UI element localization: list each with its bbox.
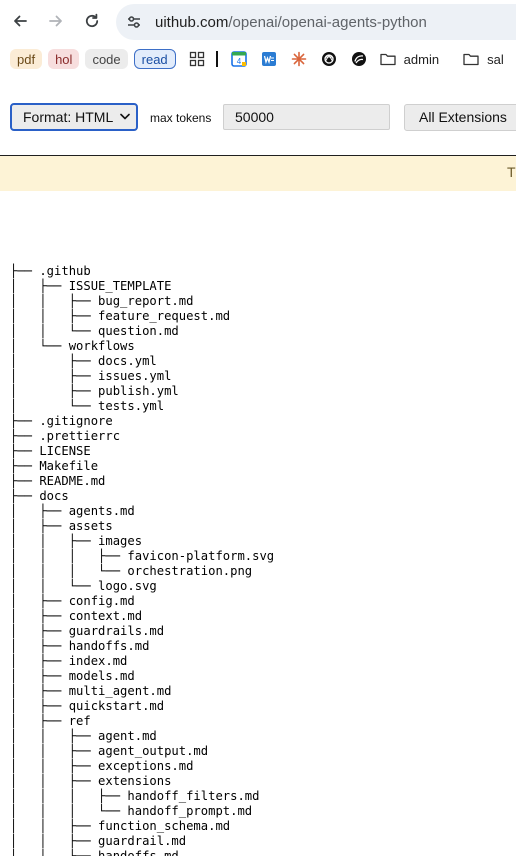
tree-entry: │ │ └── logo.svg bbox=[10, 579, 157, 593]
tree-entry: ├── docs bbox=[10, 489, 69, 503]
bookmark-hol[interactable]: hol bbox=[48, 49, 80, 69]
tree-entry: ├── .gitignore bbox=[10, 414, 113, 428]
tree-entry: │ ├── models.md bbox=[10, 669, 135, 683]
format-toolbar: Format: HTML max tokens 50000 All Extens… bbox=[0, 100, 516, 136]
bookmark-swirl[interactable] bbox=[350, 50, 368, 68]
forward-button[interactable] bbox=[42, 7, 70, 35]
tree-entry: │ └── tests.yml bbox=[10, 399, 165, 413]
bookmark-apps[interactable] bbox=[188, 50, 206, 68]
notice-banner: T bbox=[0, 155, 516, 191]
reload-icon bbox=[85, 13, 99, 28]
file-tree: ├── .github │ ├── ISSUE_TEMPLATE │ │ ├── b… bbox=[10, 264, 516, 856]
bookmark-folder-sal[interactable]: sal bbox=[463, 52, 504, 67]
url-text[interactable]: uithub.com/openai/openai-agents-python bbox=[155, 14, 427, 31]
word-doc-icon bbox=[261, 52, 276, 66]
openai-icon bbox=[321, 52, 336, 66]
tree-entry: ├── Makefile bbox=[10, 459, 99, 473]
site-info-button[interactable] bbox=[121, 9, 147, 35]
folder-icon bbox=[380, 53, 396, 66]
tree-entry: │ │ ├── guardrail.md bbox=[10, 834, 187, 848]
tree-entry: │ ├── context.md bbox=[10, 609, 143, 623]
tree-entry: │ │ ├── agent_output.md bbox=[10, 744, 209, 758]
arrow-right-icon bbox=[49, 15, 62, 27]
format-select[interactable]: Format: HTML bbox=[10, 103, 138, 131]
tree-entry: │ │ ├── images bbox=[10, 534, 143, 548]
tree-entry: │ │ ├── bug_report.md bbox=[10, 294, 194, 308]
tree-entry: │ ├── quickstart.md bbox=[10, 699, 165, 713]
tree-entry: │ ├── multi_agent.md bbox=[10, 684, 172, 698]
tree-entry: │ │ ├── agent.md bbox=[10, 729, 157, 743]
reload-button[interactable] bbox=[78, 7, 106, 35]
bookmark-pdf[interactable]: pdf bbox=[10, 49, 43, 69]
notice-text: T bbox=[507, 164, 516, 180]
tree-entry: │ │ └── question.md bbox=[10, 324, 179, 338]
address-bar-row: uithub.com/openai/openai-agents-python bbox=[0, 0, 516, 44]
tree-entry: │ ├── issues.yml bbox=[10, 369, 172, 383]
tree-entry: │ │ │ └── orchestration.png bbox=[10, 564, 253, 578]
tree-entry: │ ├── ISSUE_TEMPLATE bbox=[10, 279, 172, 293]
tree-entry: ├── .github bbox=[10, 264, 91, 278]
arrow-left-icon bbox=[14, 15, 27, 27]
tree-entry: │ │ │ ├── favicon-platform.svg bbox=[10, 549, 275, 563]
bookmark-read[interactable]: read bbox=[133, 49, 176, 69]
tree-entry: │ ├── assets bbox=[10, 519, 113, 533]
back-button[interactable] bbox=[6, 7, 34, 35]
bookmarks-bar: pdf hol code read 4 admin sal bbox=[0, 44, 516, 74]
calendar-icon: 4 bbox=[230, 51, 247, 67]
max-tokens-input[interactable]: 50000 bbox=[223, 104, 390, 130]
tree-entry: ├── README.md bbox=[10, 474, 106, 488]
swirl-icon bbox=[351, 52, 366, 66]
tree-entry: │ ├── handoffs.md bbox=[10, 639, 150, 653]
tree-entry: ├── .prettierrc bbox=[10, 429, 121, 443]
svg-text:4: 4 bbox=[236, 57, 241, 66]
tree-entry: │ │ │ └── handoff_prompt.md bbox=[10, 804, 253, 818]
bookmark-claude[interactable] bbox=[290, 50, 308, 68]
tree-entry: │ ├── agents.md bbox=[10, 504, 135, 518]
chevron-down-icon bbox=[120, 113, 130, 120]
bookmark-code[interactable]: code bbox=[85, 49, 128, 69]
tree-entry: │ └── workflows bbox=[10, 339, 135, 353]
bookmark-folder-admin[interactable]: admin bbox=[380, 52, 439, 67]
tree-entry: │ ├── publish.yml bbox=[10, 384, 179, 398]
bookmark-separator bbox=[215, 51, 218, 67]
url-path: /openai/openai-agents-python bbox=[228, 13, 427, 31]
browser-window: { "browser": { "url_host": "uithub.com",… bbox=[0, 0, 516, 856]
tune-icon bbox=[128, 16, 140, 28]
bookmark-folder-sal-label: sal bbox=[487, 51, 504, 67]
starburst-icon bbox=[291, 51, 306, 67]
grid-icon bbox=[189, 51, 204, 67]
omnibox[interactable]: uithub.com/openai/openai-agents-python bbox=[116, 4, 516, 40]
tree-entry: │ │ ├── feature_request.md bbox=[10, 309, 231, 323]
bookmark-openai[interactable] bbox=[320, 50, 338, 68]
tree-entry: │ ├── ref bbox=[10, 714, 91, 728]
bookmark-folder-admin-label: admin bbox=[403, 51, 440, 67]
tree-entry: │ ├── index.md bbox=[10, 654, 128, 668]
tree-entry: │ ├── guardrails.md bbox=[10, 624, 165, 638]
tree-entry: │ │ ├── exceptions.md bbox=[10, 759, 194, 773]
tree-entry: │ │ ├── handoffs.md bbox=[10, 849, 179, 856]
tree-entry: ├── LICENSE bbox=[10, 444, 91, 458]
url-host: uithub.com bbox=[155, 13, 229, 31]
tree-entry: │ ├── docs.yml bbox=[10, 354, 157, 368]
folder-icon bbox=[463, 53, 479, 66]
tree-entry: │ ├── config.md bbox=[10, 594, 135, 608]
max-tokens-label: max tokens bbox=[150, 111, 212, 125]
bookmark-word[interactable] bbox=[260, 50, 278, 68]
extensions-button[interactable]: All Extensions bbox=[404, 104, 516, 131]
format-select-value: Format: HTML bbox=[23, 109, 114, 125]
bookmark-calendar[interactable]: 4 bbox=[230, 50, 248, 68]
tree-entry: │ │ │ ├── handoff_filters.md bbox=[10, 789, 260, 803]
tree-entry: │ │ ├── function_schema.md bbox=[10, 819, 231, 833]
tree-entry: │ │ ├── extensions bbox=[10, 774, 172, 788]
